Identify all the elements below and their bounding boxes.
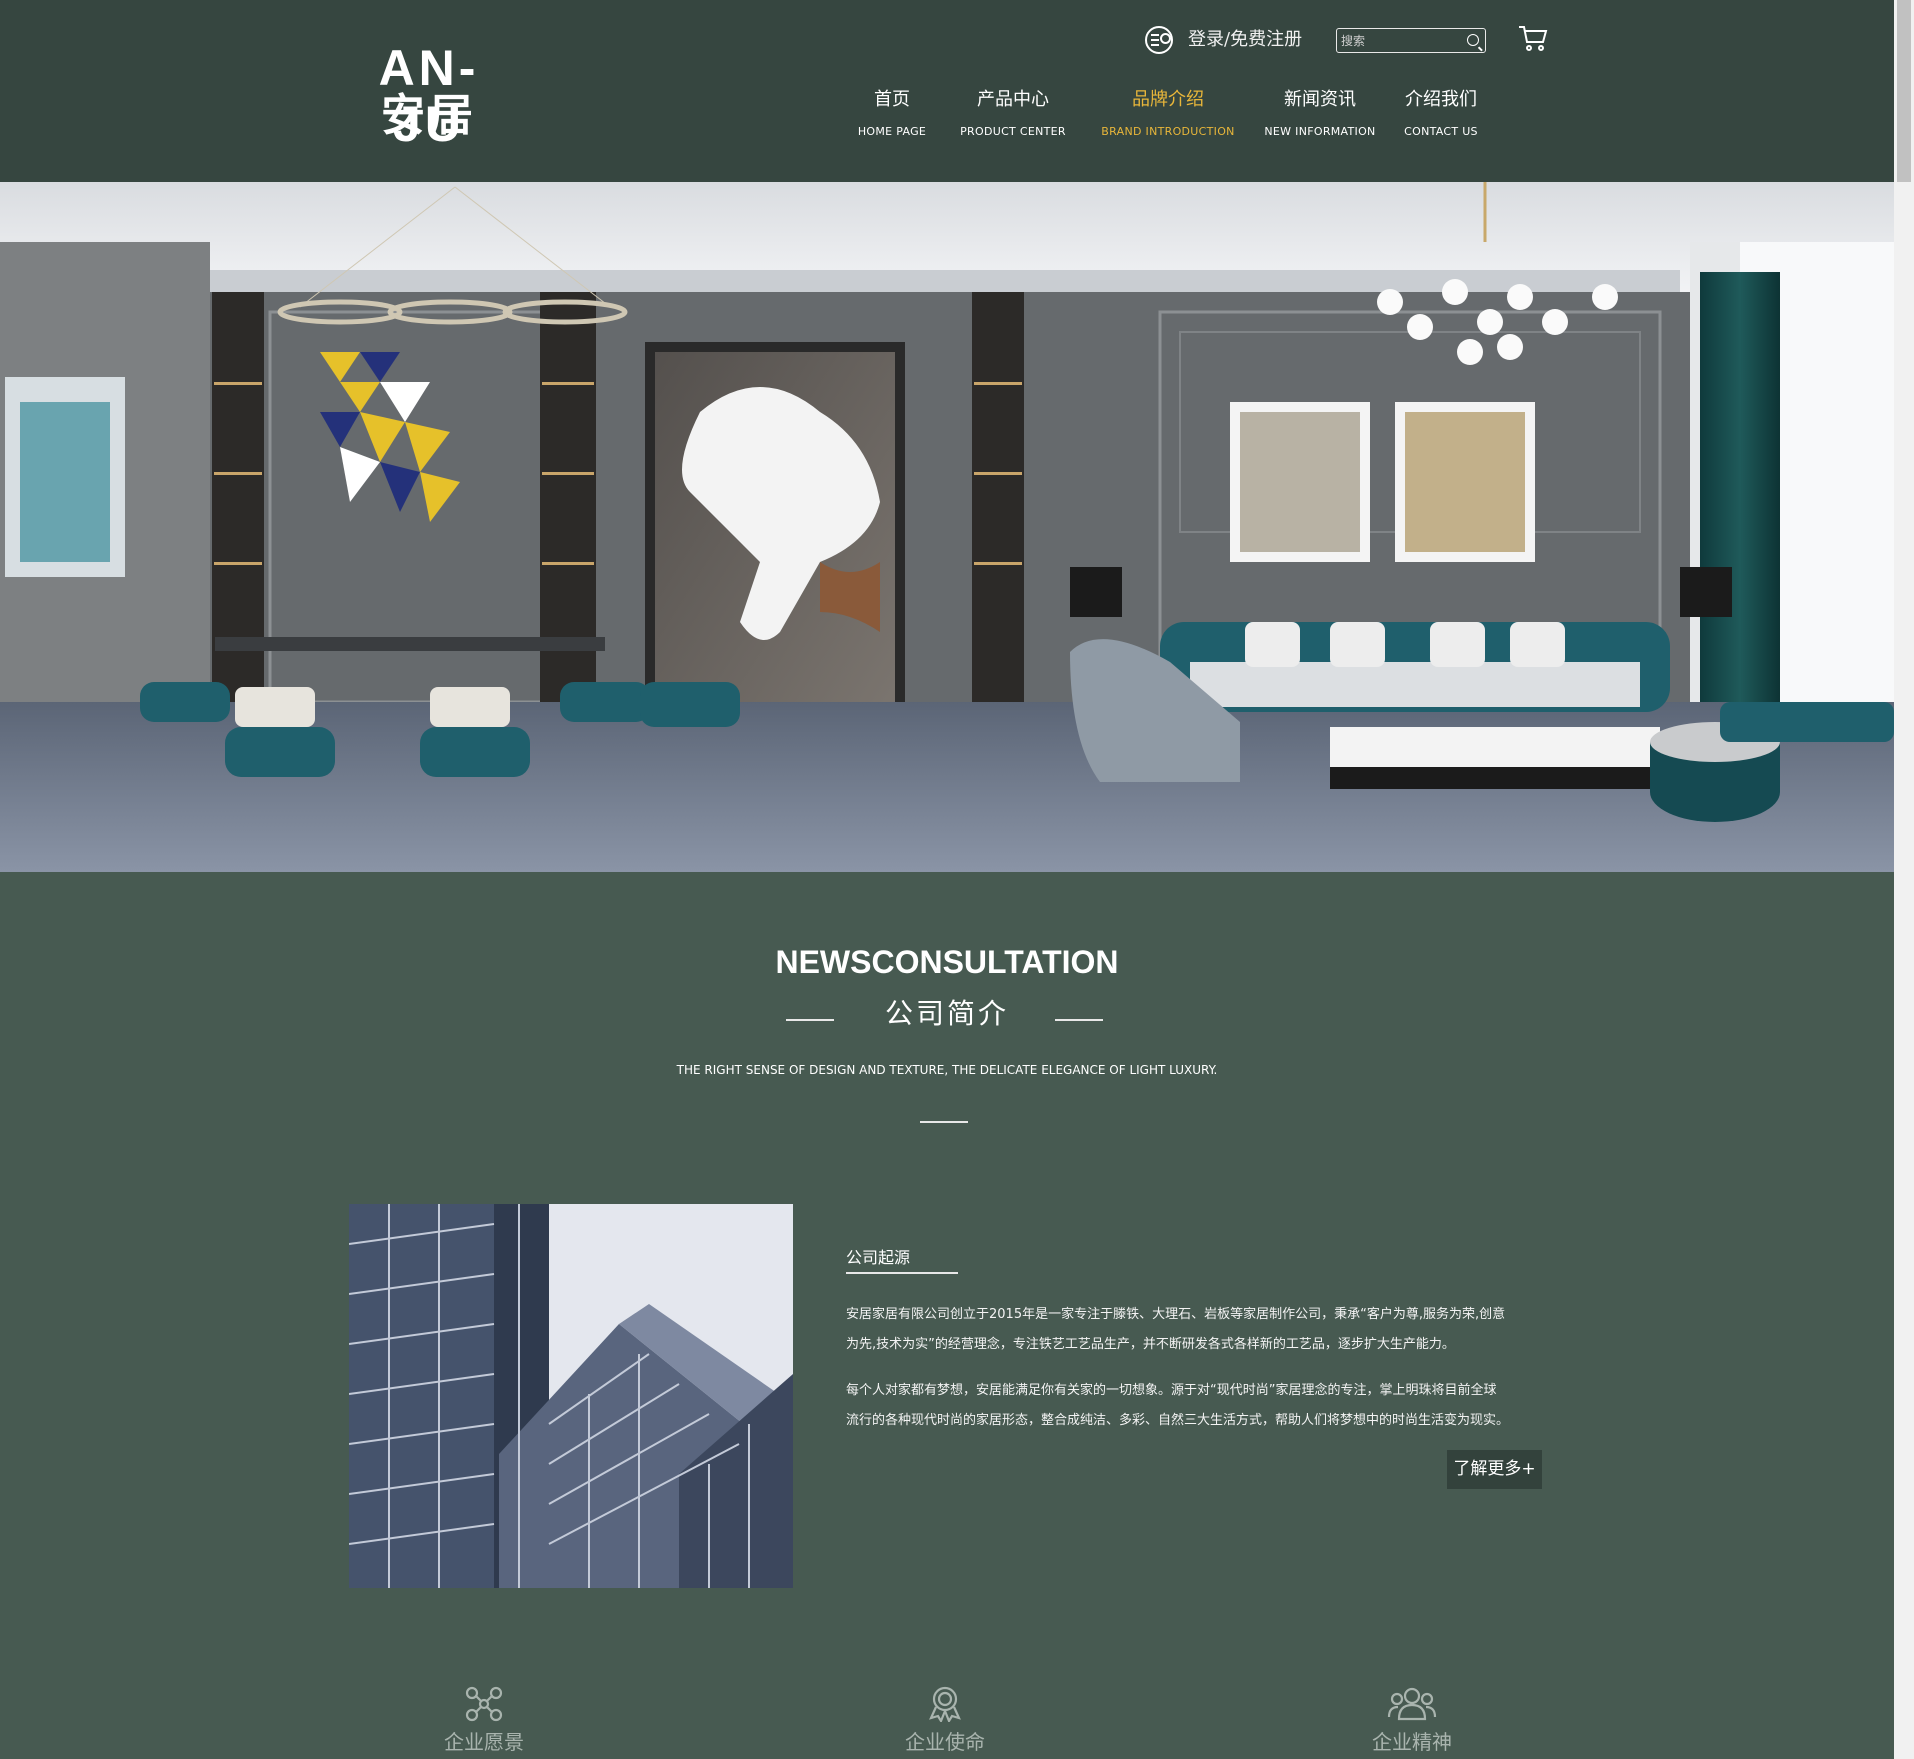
value-vision[interactable]: 企业愿景	[384, 1686, 584, 1756]
section-title-cn-wrap: 公司简介	[0, 994, 1894, 1034]
page-scrollbar[interactable]	[1894, 0, 1914, 1759]
value-label: 企业使命	[905, 1730, 985, 1754]
search-icon[interactable]	[1467, 34, 1479, 46]
search-box	[1336, 28, 1486, 53]
nav-label-en: CONTACT US	[1404, 125, 1478, 138]
value-spirit[interactable]: 企业精神	[1312, 1686, 1512, 1756]
nav-item-home[interactable]: 首页 HOME PAGE	[854, 86, 930, 140]
value-label: 企业精神	[1372, 1730, 1452, 1754]
intro-paragraph-2-line-2: 流行的各种现代时尚的家居形态，整合成纯洁、多彩、自然三大生活方式，帮助人们将梦想…	[846, 1413, 1510, 1428]
logo-text-cn[interactable]: 安居	[344, 90, 514, 142]
section-subtitle: THE RIGHT SENSE OF DESIGN AND TEXTURE, T…	[676, 1063, 1218, 1077]
nav-label-en: PRODUCT CENTER	[960, 125, 1066, 138]
origin-title: 公司起源	[846, 1248, 911, 1267]
scrollbar-thumb[interactable]	[1897, 0, 1911, 182]
nav-label-cn: 介绍我们	[1405, 89, 1477, 110]
learn-more-button[interactable]: 了解更多+	[1447, 1450, 1542, 1489]
nav-label-en: BRAND INTRODUCTION	[1101, 125, 1235, 138]
section-title-cn: 公司简介	[884, 997, 1009, 1030]
interior-scene-illustration	[0, 182, 1894, 872]
team-icon	[1387, 1687, 1437, 1721]
intro-paragraph-1-line-1: 安居家居有限公司创立于2015年是一家专注于滕铁、大理石、岩板等家居制作公司，秉…	[846, 1307, 1506, 1322]
title-divider-right	[1055, 1019, 1103, 1021]
section-title-en: NEWSCONSULTATION	[775, 944, 1119, 980]
search-input[interactable]	[1341, 31, 1461, 50]
origin-underline	[846, 1272, 958, 1274]
section-underline	[920, 1121, 968, 1123]
network-icon	[465, 1686, 503, 1722]
value-mission[interactable]: 企业使命	[845, 1686, 1045, 1756]
nav-label-en: NEW INFORMATION	[1264, 125, 1376, 138]
nav-label-cn: 首页	[874, 89, 910, 110]
nav-item-news[interactable]: 新闻资讯 NEW INFORMATION	[1258, 86, 1382, 140]
intro-paragraph-1-line-2: 为先,技术为实”的经营理念，专注铁艺工艺品生产，并不断研发各式各样新的工艺品，逐…	[846, 1337, 1455, 1352]
nav-item-brand-introduction[interactable]: 品牌介绍 BRAND INTRODUCTION	[1098, 86, 1238, 140]
login-register-link[interactable]: 登录/免费注册	[1188, 26, 1302, 54]
nav-label-cn: 品牌介绍	[1132, 89, 1204, 110]
hero-banner	[0, 182, 1894, 872]
nav-label-en: HOME PAGE	[857, 125, 927, 138]
building-image	[349, 1204, 793, 1588]
value-label: 企业愿景	[444, 1730, 524, 1754]
nav-item-contact[interactable]: 介绍我们 CONTACT US	[1396, 86, 1486, 140]
nav-label-cn: 新闻资讯	[1284, 89, 1356, 110]
nav-label-cn: 产品中心	[977, 89, 1049, 110]
intro-paragraph-2-line-1: 每个人对家都有梦想，安居能满足你有关家的一切想象。源于对“现代时尚”家居理念的专…	[846, 1383, 1497, 1398]
award-icon	[929, 1686, 961, 1722]
site-header: AN-JU 安居 登录/免费注册 首页 HOME PAGE 产品中心 PRODU…	[0, 0, 1894, 182]
shopping-cart-icon[interactable]	[1518, 24, 1548, 52]
nav-item-product-center[interactable]: 产品中心 PRODUCT CENTER	[960, 86, 1066, 140]
main-nav: 首页 HOME PAGE 产品中心 PRODUCT CENTER 品牌介绍 BR…	[846, 86, 1496, 146]
user-login-icon[interactable]	[1145, 26, 1173, 54]
